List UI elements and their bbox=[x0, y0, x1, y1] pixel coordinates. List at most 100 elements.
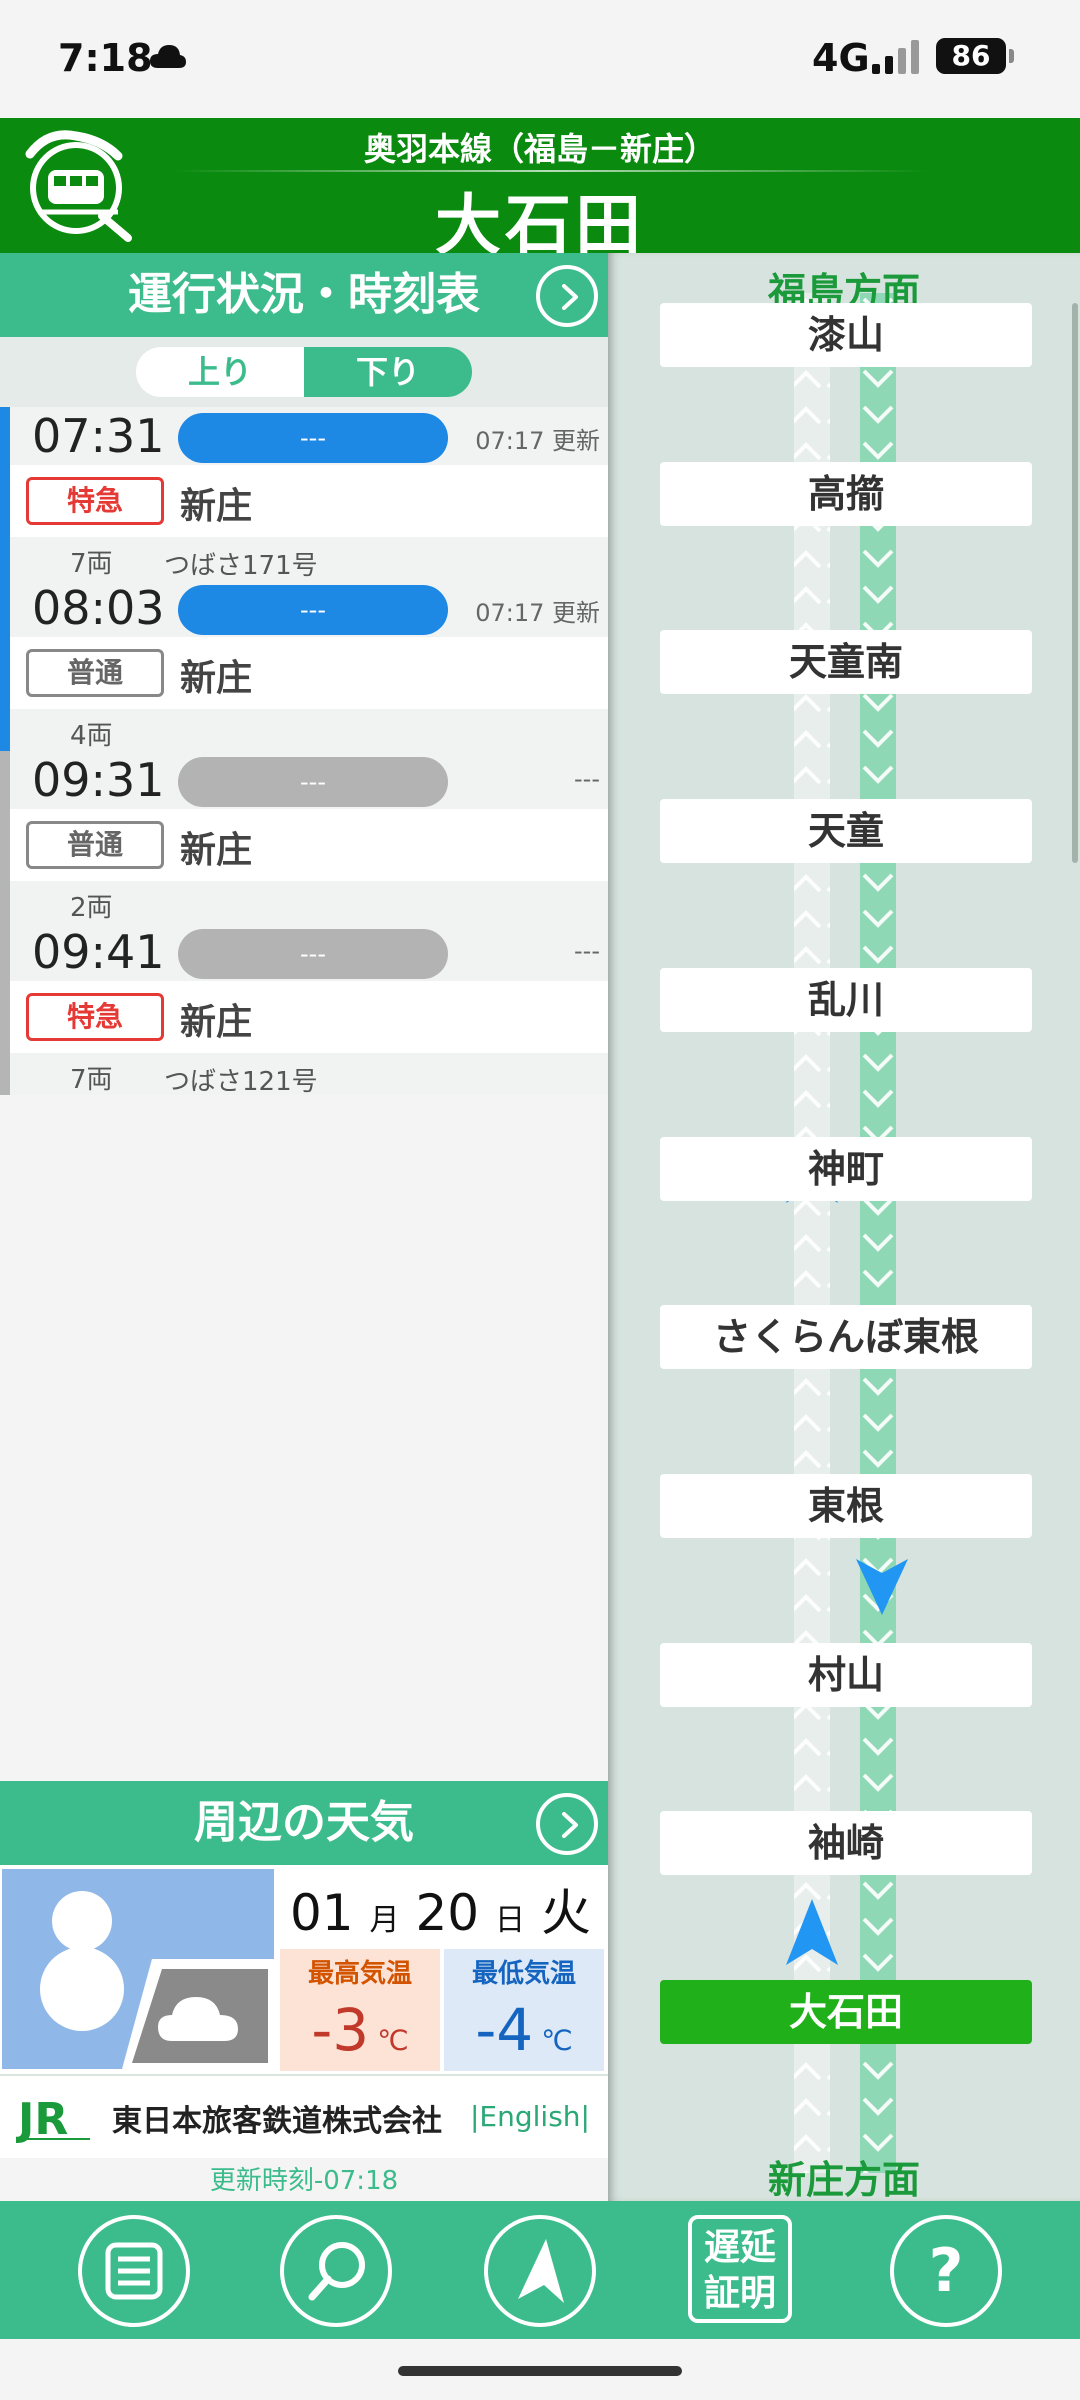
train-time-row: 09:41 --- --- bbox=[10, 923, 608, 981]
update-timestamp: 更新時刻-07:18 bbox=[209, 2166, 399, 2196]
direction-up-tab[interactable]: 上り bbox=[136, 347, 304, 397]
route-panel[interactable]: 福島方面 漆山 高擶 天童南 天童 乱川 神町 さくらんぼ東根 東根 村山 袖崎… bbox=[608, 253, 1080, 2202]
train-row[interactable]: 08:03 --- 07:17 更新 普通 新庄 4両 bbox=[0, 579, 608, 751]
status-time: 7:18 bbox=[58, 36, 153, 80]
train-destination: 新庄 bbox=[180, 658, 253, 699]
station-item[interactable]: 高擶 bbox=[660, 462, 1032, 526]
train-type-badge: 特急 bbox=[26, 993, 164, 1041]
train-row[interactable]: 07:31 --- 07:17 更新 特急 新庄 7両 つばさ171号 bbox=[0, 407, 608, 581]
location-button[interactable] bbox=[484, 2215, 596, 2327]
train-status-pill: --- bbox=[178, 929, 448, 979]
train-info-row: 特急 新庄 bbox=[10, 981, 608, 1053]
station-item[interactable]: 乱川 bbox=[660, 968, 1032, 1032]
timetable-open-button[interactable] bbox=[536, 265, 598, 327]
direction-down-tab[interactable]: 下り bbox=[304, 347, 472, 397]
train-status-pill: --- bbox=[178, 413, 448, 463]
departure-time: 07:31 bbox=[32, 409, 165, 463]
train-detail-row: 7両 つばさ121号 bbox=[10, 1053, 608, 1097]
timetable-header[interactable]: 運行状況・時刻表 bbox=[0, 253, 608, 337]
company-name: 東日本旅客鉄道株式会社 bbox=[112, 2104, 442, 2139]
weather-date: 01 月 20 日 火 bbox=[290, 1873, 591, 1945]
menu-button[interactable] bbox=[78, 2215, 190, 2327]
direction-bar: 上り 下り bbox=[0, 337, 608, 407]
train-type-badge: 普通 bbox=[26, 821, 164, 869]
train-status-pill: --- bbox=[178, 757, 448, 807]
station-item[interactable]: 天童 bbox=[660, 799, 1032, 863]
train-row[interactable]: 09:41 --- --- 特急 新庄 7両 つばさ121号 bbox=[0, 923, 608, 1097]
train-cars: 7両 bbox=[70, 1065, 113, 1095]
svg-text:JR: JR bbox=[16, 2094, 68, 2145]
bottom-nav: 遅延証明 ? bbox=[0, 2201, 1080, 2339]
high-temp-number: -3 bbox=[311, 1996, 370, 2064]
train-destination: 新庄 bbox=[180, 1002, 253, 1043]
departure-time: 09:31 bbox=[32, 753, 165, 807]
search-button[interactable] bbox=[280, 2215, 392, 2327]
company-footer: JR 東日本旅客鉄道株式会社 |English| bbox=[0, 2074, 608, 2158]
navigation-arrow-icon bbox=[518, 2239, 564, 2303]
update-time: --- bbox=[574, 765, 600, 793]
train-status-bar bbox=[0, 923, 10, 1095]
high-temp-label: 最高気温 bbox=[307, 1959, 412, 1989]
timetable-title: 運行状況・時刻表 bbox=[128, 269, 480, 320]
weather-body: 01 月 20 日 火 最高気温 -3 ℃ 最低気温 -4 ℃ bbox=[0, 1865, 608, 2075]
train-time-row: 07:31 --- 07:17 更新 bbox=[10, 407, 608, 465]
svg-text:?: ? bbox=[929, 2236, 964, 2306]
train-cars: 2両 bbox=[70, 893, 113, 923]
weather-weekday: 火 bbox=[540, 1884, 591, 1942]
route-scrollbar[interactable] bbox=[1072, 303, 1078, 863]
english-link[interactable]: |English| bbox=[470, 2100, 590, 2133]
weather-month-unit: 月 bbox=[369, 1903, 400, 1938]
weather-title: 周辺の天気 bbox=[194, 1797, 414, 1848]
station-item[interactable]: さくらんぼ東根 bbox=[660, 1305, 1032, 1369]
train-info-row: 特急 新庄 bbox=[10, 465, 608, 537]
train-status-bar bbox=[0, 751, 10, 923]
train-row[interactable]: 09:31 --- --- 普通 新庄 2両 bbox=[0, 751, 608, 923]
weather-header[interactable]: 周辺の天気 bbox=[0, 1781, 608, 1865]
weather-open-button[interactable] bbox=[536, 1793, 598, 1855]
train-type-badge: 特急 bbox=[26, 477, 164, 525]
jr-east-logo[interactable]: JR bbox=[16, 2092, 98, 2148]
search-icon bbox=[308, 2242, 365, 2301]
low-temp-box: 最低気温 -4 ℃ bbox=[444, 1949, 604, 2071]
train-cars: 7両 bbox=[70, 549, 113, 579]
update-time: --- bbox=[574, 937, 600, 965]
route-bottom-direction: 新庄方面 bbox=[767, 2158, 920, 2202]
weather-day-unit: 日 bbox=[494, 1903, 525, 1938]
update-time: 07:17 更新 bbox=[475, 599, 600, 627]
cloud-icon bbox=[150, 45, 186, 68]
temp-unit: ℃ bbox=[377, 2024, 409, 2057]
help-icon: ? bbox=[929, 2236, 964, 2306]
current-station[interactable]: 大石田 bbox=[660, 1980, 1032, 2044]
station-item[interactable]: 神町 bbox=[660, 1137, 1032, 1201]
train-detail-row: 4両 bbox=[10, 709, 608, 751]
train-status-bar bbox=[0, 407, 10, 579]
chevron-right-icon bbox=[562, 1812, 578, 1838]
station-item[interactable]: 東根 bbox=[660, 1474, 1032, 1538]
update-time: 07:17 更新 bbox=[475, 427, 600, 455]
low-temp-label: 最低気温 bbox=[471, 1959, 576, 1989]
train-info-row: 普通 新庄 bbox=[10, 809, 608, 881]
battery-icon: 86 bbox=[936, 38, 1014, 74]
station-item[interactable]: 村山 bbox=[660, 1643, 1032, 1707]
direction-toggle: 上り 下り bbox=[136, 347, 472, 397]
line-name: 奥羽本線（福島－新庄） bbox=[363, 130, 716, 168]
train-status-bar bbox=[0, 579, 10, 751]
home-indicator[interactable] bbox=[398, 2366, 682, 2376]
station-item[interactable]: 袖崎 bbox=[660, 1811, 1032, 1875]
station-item[interactable]: 漆山 bbox=[660, 303, 1032, 367]
network-type: 4G bbox=[812, 36, 870, 80]
weather-day: 20 bbox=[415, 1884, 480, 1942]
train-detail-row: 2両 bbox=[10, 881, 608, 923]
train-status-pill: --- bbox=[178, 585, 448, 635]
train-type-badge: 普通 bbox=[26, 649, 164, 697]
train-time-row: 09:31 --- --- bbox=[10, 751, 608, 809]
temp-unit: ℃ bbox=[541, 2024, 573, 2057]
delay-certificate-button[interactable]: 遅延証明 bbox=[688, 2215, 792, 2323]
help-button[interactable]: ? bbox=[890, 2215, 1002, 2327]
station-item[interactable]: 天童南 bbox=[660, 630, 1032, 694]
status-bar: 7:18 4G 86 bbox=[0, 0, 1080, 118]
train-destination: 新庄 bbox=[180, 830, 253, 871]
snow-cloudy-icon bbox=[2, 1869, 274, 2069]
low-temp-number: -4 bbox=[475, 1996, 534, 2064]
train-name: つばさ171号 bbox=[164, 551, 318, 581]
